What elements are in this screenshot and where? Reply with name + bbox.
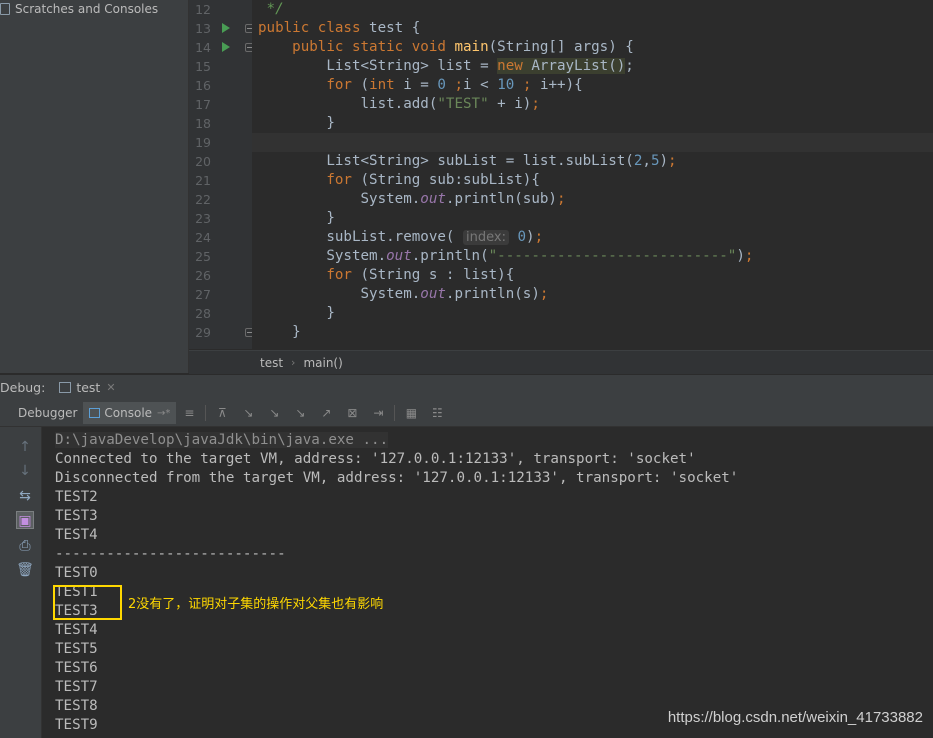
line-number: 20: [195, 154, 211, 169]
console-line: Disconnected from the target VM, address…: [55, 470, 739, 486]
line-number: 22: [195, 192, 211, 207]
tab-debugger-label: Debugger: [18, 406, 78, 420]
tab-console-label: Console: [104, 406, 153, 420]
code-line: }: [258, 324, 301, 340]
code-line: List<String> subList = list.subList(2,5)…: [258, 153, 677, 169]
run-icon[interactable]: [222, 42, 230, 52]
line-number: 14: [195, 40, 211, 55]
console-line: TEST3: [55, 508, 98, 524]
line-number: 26: [195, 268, 211, 283]
console-line: ---------------------------: [55, 546, 286, 562]
code-line: System.out.println(sub);: [258, 191, 566, 207]
code-line: System.out.println(s);: [258, 286, 549, 302]
annotation-text: 2没有了，证明对子集的操作对父集也有影响: [128, 597, 384, 612]
code-line: subList.remove( index: 0);: [258, 229, 544, 245]
debug-tool-header: Debug: test ✕: [0, 374, 933, 400]
breadcrumb-separator: ›: [291, 356, 296, 369]
code-line: }: [258, 115, 335, 131]
console-line: TEST2: [55, 489, 98, 505]
evaluate-expression-icon[interactable]: ▦: [404, 407, 418, 419]
console-icon: [89, 408, 101, 418]
line-number: 24: [195, 230, 211, 245]
run-icon[interactable]: [222, 23, 230, 33]
project-panel: Scratches and Consoles: [0, 0, 189, 373]
console-output[interactable]: D:\javaDevelop\javaJdk\bin\java.exe ... …: [42, 427, 933, 738]
console-line: TEST6: [55, 660, 98, 676]
step-out-icon[interactable]: ↗: [319, 407, 333, 419]
code-line: list.add("TEST" + i);: [258, 96, 540, 112]
code-line: public class test {: [258, 20, 421, 36]
line-number: 12: [195, 2, 211, 17]
code-line: }: [258, 305, 335, 321]
line-number: 15: [195, 59, 211, 74]
editor-gutter: 12 13 14 15 16 17 18 19 20 21 22 23 24 2…: [189, 0, 254, 349]
console-side-toolbar: ↑ ↓ ⇆ ▣ ⎙ 🗑: [0, 427, 42, 738]
breadcrumb-class[interactable]: test: [260, 356, 283, 370]
scratches-and-consoles-item[interactable]: Scratches and Consoles: [0, 0, 188, 18]
code-line: }: [258, 210, 335, 226]
console-line: TEST4: [55, 527, 98, 543]
drop-frame-icon[interactable]: ⊠: [345, 407, 359, 419]
line-number: 25: [195, 249, 211, 264]
console-line: Connected to the target VM, address: '12…: [55, 451, 696, 467]
console-line: TEST5: [55, 641, 98, 657]
line-number: 27: [195, 287, 211, 302]
code-line: */: [258, 1, 284, 17]
line-number: 18: [195, 116, 211, 131]
line-number: 23: [195, 211, 211, 226]
toolbar-separator: [205, 405, 207, 421]
soft-wrap-icon[interactable]: ⇆: [16, 487, 34, 505]
console-line: TEST9: [55, 717, 98, 733]
trash-icon[interactable]: 🗑: [16, 561, 34, 579]
current-line-highlight: [252, 133, 933, 152]
breadcrumb-method[interactable]: main(): [303, 356, 342, 370]
console-line: TEST7: [55, 679, 98, 695]
tab-debugger[interactable]: Debugger: [12, 402, 83, 424]
restore-layout-icon[interactable]: ≡: [182, 407, 196, 419]
code-line: for (String sub:subList){: [326, 172, 540, 188]
code-editor[interactable]: */ public class test { public static voi…: [252, 0, 933, 349]
run-to-cursor-icon[interactable]: ⇥: [371, 407, 385, 419]
step-over-icon[interactable]: ↘: [241, 407, 255, 419]
debug-toolbar: Debugger Console →* ≡ ⊼ ↘ ↘ ↘ ↗ ⊠ ⇥ ▦ ☷: [0, 400, 933, 427]
code-line: System.out.println("--------------------…: [258, 248, 754, 264]
trace-icon[interactable]: ☷: [430, 407, 444, 419]
tab-console[interactable]: Console →*: [83, 402, 177, 424]
console-line: TEST4: [55, 622, 98, 638]
scroll-to-end-icon[interactable]: ▣: [16, 511, 34, 529]
step-into-icon[interactable]: ↘: [267, 407, 281, 419]
scratches-icon: [0, 3, 10, 15]
scratches-label: Scratches and Consoles: [15, 2, 159, 16]
line-number: 28: [195, 306, 211, 321]
down-arrow-icon[interactable]: ↓: [16, 462, 34, 480]
code-line: public static void main(String[] args) {: [292, 39, 634, 55]
toolbar-separator: [394, 405, 396, 421]
debug-session-tab[interactable]: test: [76, 380, 100, 395]
close-icon[interactable]: ✕: [106, 381, 115, 394]
code-line: for (int i = 0 ;i < 10 ; i++){: [326, 77, 583, 93]
code-line: List<String> list = new ArrayList();: [258, 58, 634, 74]
annotation-box: [53, 585, 122, 620]
debug-title: Debug:: [0, 380, 46, 395]
line-number: 19: [195, 135, 211, 150]
show-execution-point-icon[interactable]: ⊼: [215, 407, 229, 419]
watermark: https://blog.csdn.net/weixin_41733882: [667, 709, 923, 726]
line-number: 29: [195, 325, 211, 340]
line-number: 21: [195, 173, 211, 188]
line-number: 17: [195, 97, 211, 112]
parameter-hint: index:: [463, 230, 509, 245]
console-line: D:\javaDevelop\javaJdk\bin\java.exe ...: [55, 432, 389, 448]
code-line: for (String s : list){: [326, 267, 515, 283]
console-line: TEST0: [55, 565, 98, 581]
console-line: TEST8: [55, 698, 98, 714]
pin-icon: →*: [157, 407, 171, 419]
up-arrow-icon[interactable]: ↑: [16, 438, 34, 456]
force-step-into-icon[interactable]: ↘: [293, 407, 307, 419]
line-number: 13: [195, 21, 211, 36]
session-icon: [59, 382, 72, 393]
line-number: 16: [195, 78, 211, 93]
breadcrumb: test › main(): [189, 350, 933, 374]
print-icon[interactable]: ⎙: [16, 537, 34, 555]
